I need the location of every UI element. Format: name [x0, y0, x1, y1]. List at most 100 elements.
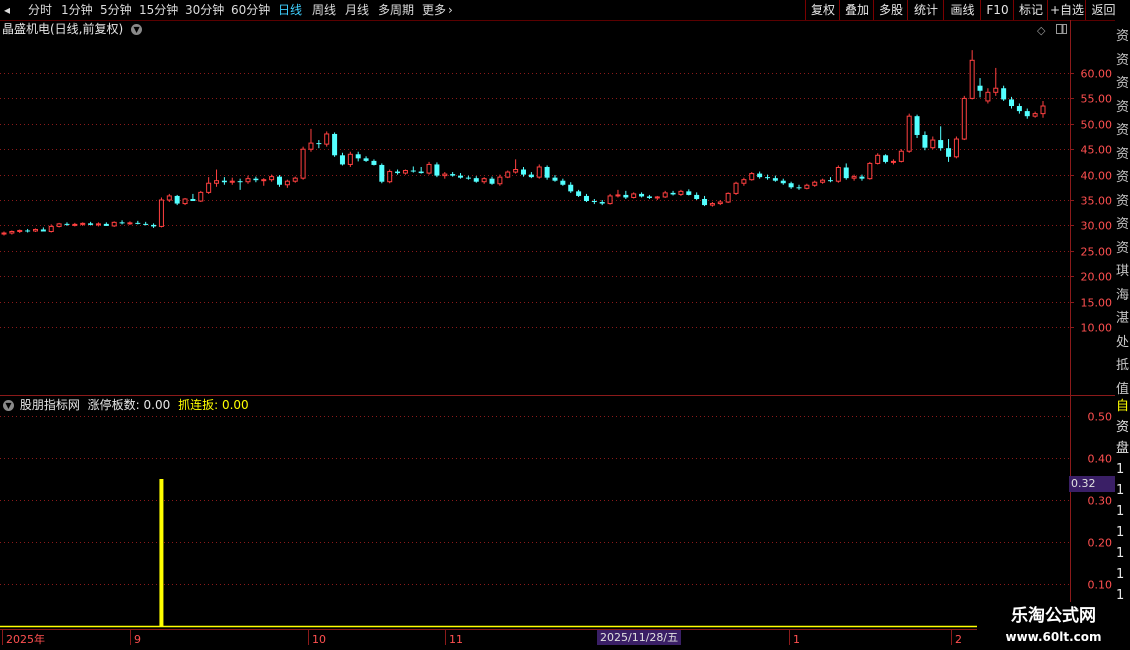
overlay-button[interactable]: 叠加 [839, 0, 874, 20]
tab-daily[interactable]: 日线 [278, 0, 302, 20]
candle-body [709, 203, 715, 206]
candle-body [1009, 99, 1015, 107]
limit-up-count-label: 涨停板数: [87, 398, 140, 412]
candle [528, 172, 534, 179]
f10-button[interactable]: F10 [980, 0, 1014, 20]
side-panel-char: 资 [1116, 240, 1130, 256]
candle-body [820, 179, 826, 183]
candle-body [458, 175, 464, 178]
candle-body [662, 192, 668, 198]
candle-body [757, 173, 763, 178]
tab-weekly[interactable]: 周线 [312, 0, 336, 20]
arrow-icon[interactable]: ◂ [4, 0, 10, 20]
candle-body [521, 169, 526, 175]
candle-body [859, 176, 865, 179]
candle [402, 169, 408, 175]
kline-chart[interactable]: 60.00 55.00 50.00 45.00 40.00 35.00 30.00 25.00… [0, 20, 1115, 650]
candle-body [332, 133, 338, 156]
candle [757, 171, 763, 179]
candle-body [583, 195, 589, 202]
candle-body [245, 178, 251, 183]
candle-body [961, 97, 967, 140]
add-watchlist-button[interactable]: +自选 [1047, 0, 1086, 20]
candle [308, 128, 314, 152]
candle [379, 163, 385, 184]
draw-line-button[interactable]: 画线 [943, 0, 981, 20]
candle [780, 178, 786, 185]
candle-body [851, 176, 857, 179]
candle [151, 223, 157, 228]
candle-body [32, 228, 38, 232]
candle [890, 159, 896, 165]
side-panel-char: 处 [1116, 334, 1130, 350]
side-panel-char: 资 [1116, 217, 1130, 232]
date-label: 1 [793, 633, 800, 646]
tab-60min[interactable]: 60分钟 [231, 0, 270, 20]
candle [938, 126, 944, 151]
candle [670, 190, 676, 196]
consecutive-board-value: 0.00 [221, 398, 249, 412]
indicator-name: 股朋指标网 [19, 398, 80, 412]
candle-body [560, 180, 566, 185]
tab-1min[interactable]: 1分钟 [61, 0, 93, 20]
price-tick-label: 20.00 [1081, 271, 1113, 284]
tab-multi-period[interactable]: 多周期 [378, 0, 414, 20]
candle [883, 154, 889, 164]
candle [843, 163, 849, 180]
tab-15min[interactable]: 15分钟 [139, 0, 178, 20]
candle [654, 195, 660, 200]
candle-body [749, 173, 755, 181]
candle-body [898, 150, 904, 162]
tab-monthly[interactable]: 月线 [345, 0, 369, 20]
tab-5min[interactable]: 5分钟 [100, 0, 132, 20]
candle-body [993, 87, 999, 93]
price-tick-label: 25.00 [1081, 246, 1113, 259]
tab-30min[interactable]: 30分钟 [185, 0, 224, 20]
candle [198, 190, 204, 203]
candle [544, 165, 550, 180]
side-panel-char: 海 [1116, 287, 1130, 303]
price-tick-label: 60.00 [1081, 68, 1113, 81]
side-panel-strip[interactable]: 资资资资资资资资资资琪海湛处抵值自资盘11111111 [1115, 20, 1130, 650]
candle-body [678, 190, 684, 195]
side-panel-char: 1 [1116, 546, 1125, 561]
fuquan-button[interactable]: 复权 [805, 0, 840, 20]
candle [898, 149, 904, 163]
candle [88, 221, 94, 226]
tab-more[interactable]: 更多 › [422, 0, 453, 20]
indicator-dropdown-icon[interactable]: ▼ [3, 400, 14, 411]
candle [324, 131, 330, 147]
statistics-button[interactable]: 统计 [907, 0, 944, 20]
tab-fenshi[interactable]: 分时 [28, 0, 52, 20]
candle-body [481, 178, 487, 183]
candle-body [1, 232, 7, 235]
candle-body [324, 133, 330, 145]
candle [442, 172, 448, 179]
candle [1016, 103, 1022, 114]
candle [607, 193, 613, 205]
candle-body [552, 177, 558, 181]
more-arrow-icon: › [448, 3, 453, 17]
candle [930, 136, 936, 150]
candle-body [631, 193, 637, 198]
price-tick-label: 15.00 [1081, 297, 1113, 310]
date-label: 2 [955, 633, 962, 646]
candle [749, 172, 755, 181]
candle-body [64, 223, 70, 225]
mark-button[interactable]: 标记 [1013, 0, 1048, 20]
candle-body [371, 160, 377, 165]
back-button[interactable]: 返回 [1085, 0, 1121, 20]
toolbar: ◂ 分时 1分钟 5分钟 15分钟 30分钟 60分钟 日线 周线 月线 多周期… [0, 0, 1130, 21]
candle-body [725, 192, 731, 203]
candle-body [284, 180, 290, 186]
candle-body [843, 167, 849, 179]
candle [969, 50, 975, 100]
candle [521, 166, 526, 177]
candle-body [253, 178, 259, 181]
indicator-tick-label: 0.40 [1088, 453, 1113, 466]
candle-body [402, 170, 408, 174]
candle [505, 170, 511, 179]
multi-stock-button[interactable]: 多股 [873, 0, 908, 20]
candle [9, 230, 15, 235]
candle-body [623, 194, 629, 198]
